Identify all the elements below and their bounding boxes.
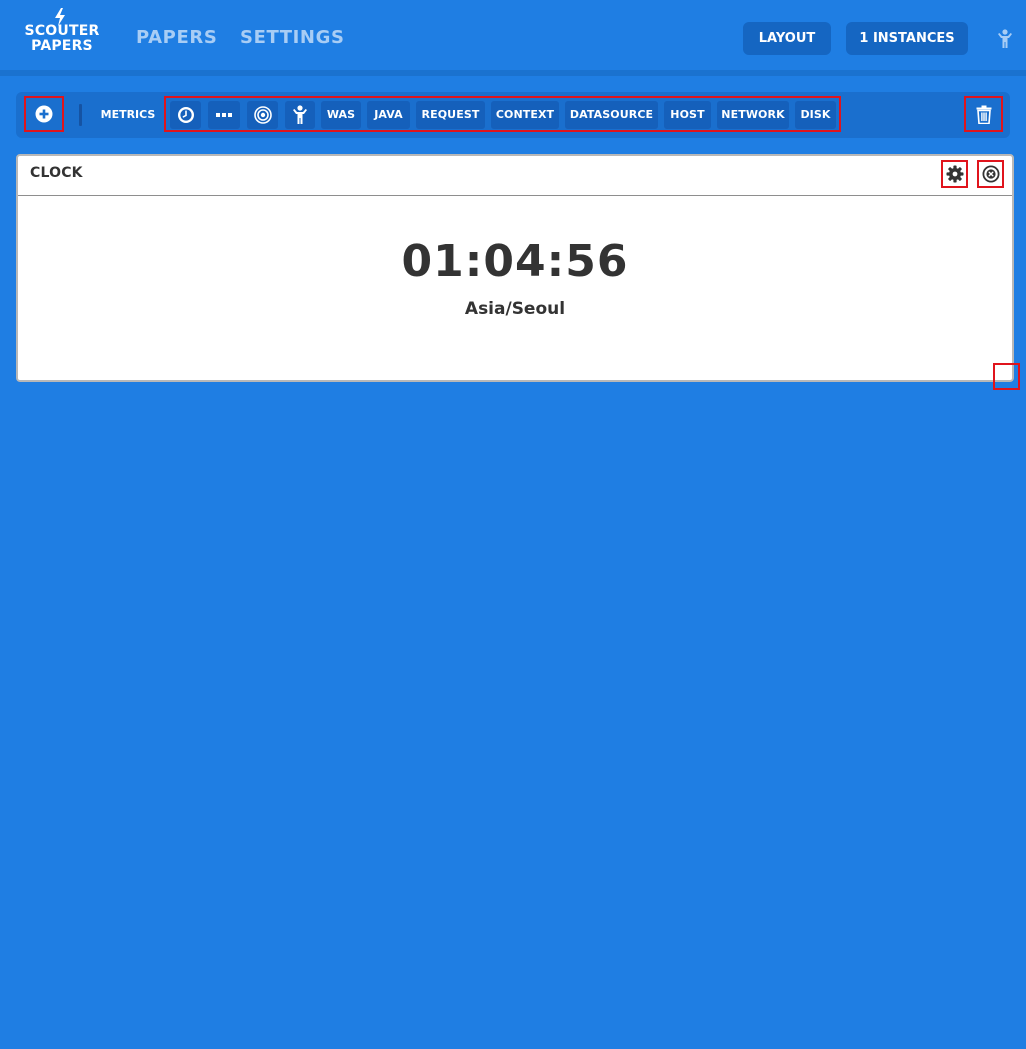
panel-header[interactable]: CLOCK	[18, 156, 1012, 196]
add-paper-button[interactable]	[24, 96, 64, 132]
clock-time: 01:04:56	[401, 236, 629, 287]
close-circle-icon	[982, 165, 999, 183]
chip-host[interactable]: HOST	[664, 101, 711, 129]
chip-java[interactable]: JAVA	[367, 101, 410, 129]
user-icon[interactable]	[996, 29, 1014, 49]
instances-button[interactable]: 1 INSTANCES	[846, 22, 968, 55]
panel-title: CLOCK	[30, 165, 83, 181]
panel-resize-handle[interactable]	[993, 363, 1020, 390]
layout-button[interactable]: LAYOUT	[743, 22, 831, 55]
logo-text-line2: PAPERS	[31, 38, 93, 54]
chip-request[interactable]: REQUEST	[416, 101, 485, 129]
nav-settings[interactable]: SETTINGS	[240, 26, 345, 50]
header-divider	[0, 70, 1026, 76]
gear-icon	[946, 165, 963, 183]
chip-target[interactable]	[247, 101, 278, 129]
remove-all-button[interactable]	[964, 96, 1003, 132]
chip-context[interactable]: CONTEXT	[491, 101, 559, 129]
ellipsis-icon	[216, 113, 232, 117]
chip-datasource[interactable]: DATASOURCE	[565, 101, 658, 129]
chip-network[interactable]: NETWORK	[717, 101, 789, 129]
plus-circle-icon	[35, 105, 53, 123]
user-icon	[293, 105, 307, 124]
chip-more[interactable]	[208, 101, 240, 129]
panel-settings-button[interactable]	[941, 160, 968, 188]
chip-clock[interactable]	[170, 101, 201, 129]
app-logo[interactable]: SCOUTER PAPERS	[24, 8, 100, 56]
nav-papers[interactable]: PAPERS	[136, 26, 217, 50]
chip-user[interactable]	[285, 101, 315, 129]
app-header: SCOUTER PAPERS PAPERS SETTINGS LAYOUT 1 …	[0, 0, 1026, 70]
metrics-label: METRICS	[100, 108, 156, 121]
toolbar-separator	[79, 104, 82, 126]
chip-was[interactable]: WAS	[321, 101, 361, 129]
logo-text-line1: SCOUTER	[24, 23, 100, 39]
clock-timezone: Asia/Seoul	[464, 299, 566, 319]
clock-icon	[177, 107, 194, 123]
chip-disk[interactable]: DISK	[795, 101, 836, 129]
panel-close-button[interactable]	[977, 160, 1004, 188]
clock-panel: CLOCK 01:04:56 Asia/Seoul	[16, 154, 1014, 382]
target-icon	[253, 106, 272, 124]
trash-icon	[976, 105, 991, 124]
